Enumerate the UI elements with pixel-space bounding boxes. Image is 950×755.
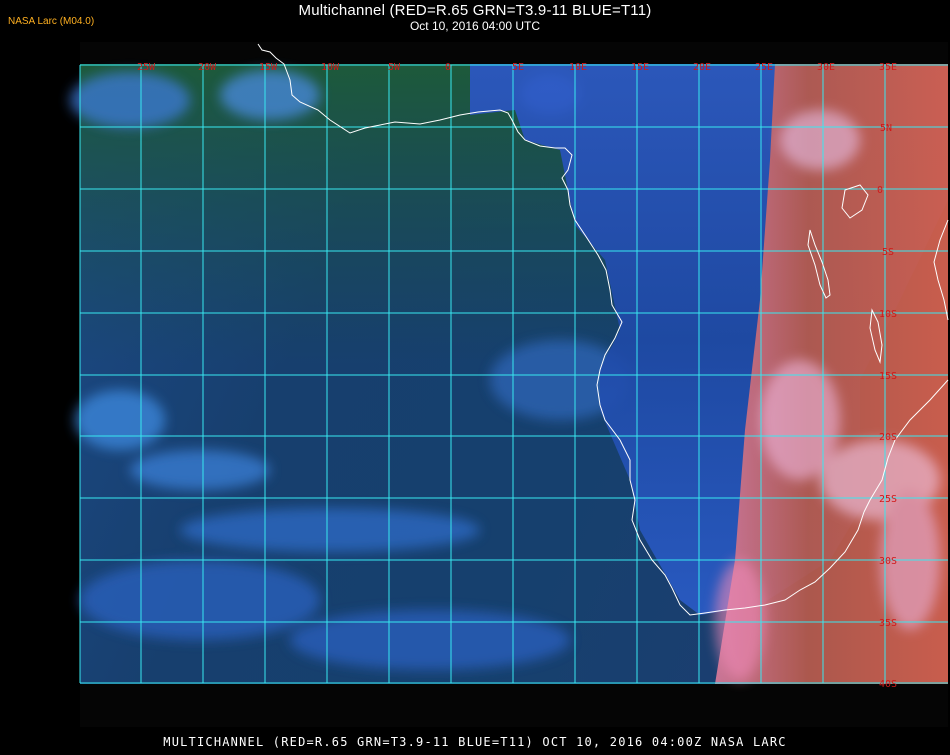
image-timestamp: Oct 10, 2016 04:00 UTC <box>409 19 541 33</box>
lat-label-40s: 40S <box>879 679 897 690</box>
lat-label-10s: 10S <box>879 309 897 320</box>
lon-label-5w: 5W <box>388 62 401 73</box>
lon-label-25w: 25W <box>137 62 156 73</box>
footer-caption: MULTICHANNEL (RED=R.65 GRN=T3.9-11 BLUE=… <box>163 735 787 749</box>
lon-label-30e: 30E <box>817 62 835 73</box>
lat-label-25s: 25S <box>879 494 897 505</box>
lat-label-20s: 20S <box>879 432 897 443</box>
lon-label-10e: 10E <box>569 62 587 73</box>
lon-label-20w: 20W <box>198 62 217 73</box>
lat-label-35s: 35S <box>879 618 897 629</box>
lon-label-0: 0 <box>445 62 451 73</box>
lon-label-5e: 5E <box>512 62 524 73</box>
lon-label-20e: 20E <box>693 62 711 73</box>
lon-label-15e: 15E <box>631 62 649 73</box>
lat-label-5n: 5N <box>880 123 892 134</box>
lon-label-15w: 15W <box>259 62 278 73</box>
image-title: Multichannel (RED=R.65 GRN=T3.9-11 BLUE=… <box>298 2 652 19</box>
lat-label-5s: 5S <box>882 247 894 258</box>
lat-label-0: 0 <box>877 185 883 196</box>
lon-label-25e: 25E <box>755 62 773 73</box>
lat-label-30s: 30S <box>879 556 897 567</box>
lat-label-15s: 15S <box>879 371 897 382</box>
satellite-map: 25W 20W 15W 10W 5W 0 5E 10E 15E 20E 25E … <box>0 0 950 750</box>
source-tag: NASA Larc (M04.0) <box>8 16 95 27</box>
lon-label-35e: 35E <box>879 62 897 73</box>
lon-label-10w: 10W <box>321 62 340 73</box>
